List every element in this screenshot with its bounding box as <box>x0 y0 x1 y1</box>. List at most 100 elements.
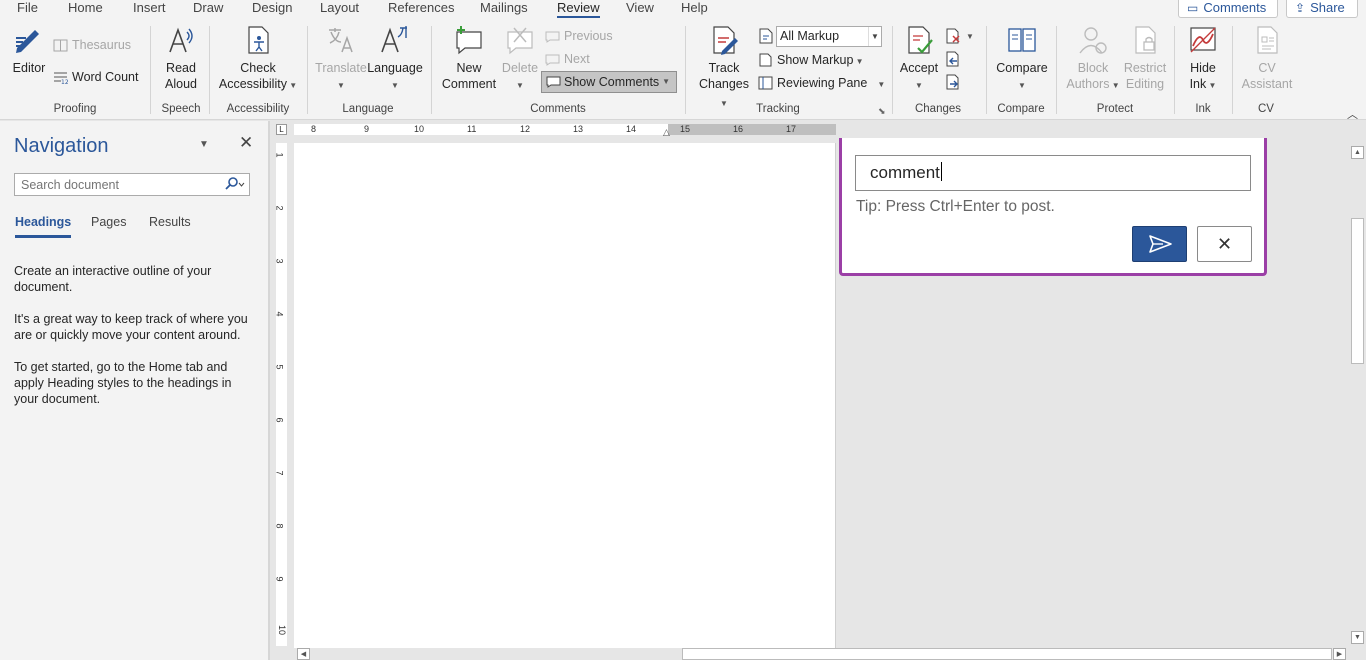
word-count-label: Word Count <box>72 70 139 84</box>
word-count-button[interactable]: 123 Word Count <box>53 69 139 86</box>
accept-icon <box>908 26 933 54</box>
close-icon[interactable]: ✕ <box>239 133 253 153</box>
accept-button[interactable]: Accept ▼ <box>898 24 940 94</box>
tab-selector[interactable]: L <box>276 124 287 135</box>
tab-file[interactable]: File <box>17 0 38 16</box>
post-comment-button[interactable] <box>1132 226 1187 262</box>
reviewing-pane-button[interactable]: Reviewing Pane ▼ <box>758 75 885 93</box>
separator <box>209 26 210 114</box>
next-comment-button[interactable]: Next <box>545 51 590 67</box>
thesaurus-button[interactable]: Thesaurus <box>53 37 131 53</box>
vertical-ruler[interactable] <box>276 143 287 646</box>
separator <box>431 26 432 114</box>
next-comment-label: Next <box>564 52 590 66</box>
scroll-left-icon[interactable]: ◀ <box>297 648 310 660</box>
ruler-number: 6 <box>274 417 285 423</box>
nav-tab-pages[interactable]: Pages <box>91 215 126 229</box>
cv-assistant-button[interactable]: CV Assistant <box>1238 24 1296 92</box>
compare-button[interactable]: Compare ▼ <box>992 24 1052 94</box>
comments-button[interactable]: ▭ Comments <box>1178 0 1278 18</box>
tab-insert[interactable]: Insert <box>133 0 166 16</box>
accessibility-group-label: Accessibility <box>226 103 290 115</box>
scroll-right-icon[interactable]: ▶ <box>1333 648 1346 660</box>
tracking-dialog-launcher-icon[interactable]: ⬊ <box>878 106 886 117</box>
compare-icon <box>1008 28 1036 52</box>
collapse-ribbon-icon[interactable]: ︿ <box>1347 106 1358 122</box>
chevron-down-icon[interactable]: ▼ <box>868 27 881 46</box>
chevron-down-icon: ▼ <box>720 99 728 108</box>
nav-tab-results[interactable]: Results <box>149 215 191 229</box>
protect-group-label: Protect <box>1096 103 1134 115</box>
horizontal-scroll-thumb[interactable] <box>682 648 1332 660</box>
word-count-icon: 123 <box>54 72 73 86</box>
ruler-margin <box>668 124 836 135</box>
cv-assistant-label-1: CV <box>1258 61 1276 75</box>
tab-mailings[interactable]: Mailings <box>480 0 528 16</box>
previous-comment-icon <box>545 31 560 43</box>
chevron-down-icon: ▼ <box>915 81 923 90</box>
tab-help[interactable]: Help <box>681 0 708 16</box>
translate-button[interactable]: Translate ▼ <box>315 24 367 94</box>
block-authors-label-1: Block <box>1077 61 1109 75</box>
ruler-number: 10 <box>277 624 288 636</box>
separator <box>1056 26 1057 114</box>
scroll-up-icon[interactable]: ▲ <box>1351 146 1364 159</box>
show-comments-button[interactable]: Show Comments ▼ <box>541 71 677 93</box>
chevron-down-icon: ▼ <box>877 80 886 89</box>
previous-comment-button[interactable]: Previous <box>545 28 613 44</box>
ruler-number: 14 <box>626 124 637 134</box>
speech-group-label: Speech <box>161 103 201 115</box>
editor-button[interactable]: Editor <box>10 24 48 76</box>
tab-layout[interactable]: Layout <box>320 0 359 16</box>
delete-comment-button[interactable]: Delete ▼ <box>500 24 540 94</box>
check-accessibility-button[interactable]: Check Accessibility ▼ <box>215 24 301 94</box>
new-comment-button[interactable]: New Comment <box>439 24 499 92</box>
read-aloud-button[interactable]: Read Aloud <box>160 24 202 92</box>
cancel-comment-button[interactable]: ✕ <box>1197 226 1252 262</box>
show-markup-label: Show Markup <box>777 53 854 67</box>
tab-view[interactable]: View <box>626 0 654 16</box>
nav-help-text: To get started, go to the Home tab and a… <box>14 360 232 406</box>
document-page[interactable] <box>294 143 836 648</box>
navigation-pane: Navigation ▼ ✕ Headings Pages Results Cr… <box>0 121 268 660</box>
previous-change-icon[interactable] <box>945 51 961 67</box>
nav-help-text: Create an interactive outline of your do… <box>14 264 212 294</box>
vertical-scroll-thumb[interactable] <box>1351 218 1364 364</box>
scroll-down-icon[interactable]: ▼ <box>1351 631 1364 644</box>
ruler-number: 5 <box>274 364 285 370</box>
search-input[interactable] <box>14 173 250 196</box>
indent-marker-icon[interactable]: △ <box>663 127 670 138</box>
read-aloud-label-1: Read <box>166 61 196 75</box>
language-button[interactable]: Language ▼ <box>367 24 423 94</box>
restrict-editing-icon <box>1135 26 1156 54</box>
restrict-editing-button[interactable]: Restrict Editing <box>1122 24 1168 92</box>
block-authors-button[interactable]: Block Authors ▼ <box>1064 24 1122 94</box>
share-button[interactable]: ⇪ Share <box>1286 0 1358 18</box>
tab-review[interactable]: Review <box>557 0 600 18</box>
hide-ink-icon <box>1190 27 1216 53</box>
accessibility-icon <box>248 26 269 54</box>
search-icon[interactable] <box>224 177 246 191</box>
pane-divider[interactable] <box>268 121 270 660</box>
chevron-down-icon: ▼ <box>391 81 399 90</box>
close-icon: ✕ <box>1216 234 1233 254</box>
show-comments-label: Show Comments <box>564 75 660 89</box>
tab-home[interactable]: Home <box>68 0 103 16</box>
comment-input[interactable]: comment <box>855 155 1251 191</box>
ruler-number: 10 <box>414 124 425 134</box>
tab-draw[interactable]: Draw <box>193 0 223 16</box>
show-markup-button[interactable]: Show Markup ▼ <box>758 52 864 70</box>
hide-ink-button[interactable]: Hide Ink ▼ <box>1180 24 1226 94</box>
next-change-icon[interactable] <box>945 74 961 90</box>
accept-label: Accept <box>899 61 939 75</box>
track-changes-button[interactable]: Track Changes ▼ <box>694 24 754 112</box>
tab-design[interactable]: Design <box>252 0 292 16</box>
nav-tab-headings[interactable]: Headings <box>15 215 72 238</box>
chevron-down-icon[interactable]: ▼ <box>199 139 209 150</box>
separator <box>1174 26 1175 114</box>
check-accessibility-label-1: Check <box>240 61 276 75</box>
tab-references[interactable]: References <box>388 0 454 16</box>
chevron-down-icon[interactable]: ▼ <box>966 32 974 41</box>
display-for-review-select[interactable]: All Markup ▼ <box>776 26 882 47</box>
reject-icon[interactable] <box>945 28 961 44</box>
